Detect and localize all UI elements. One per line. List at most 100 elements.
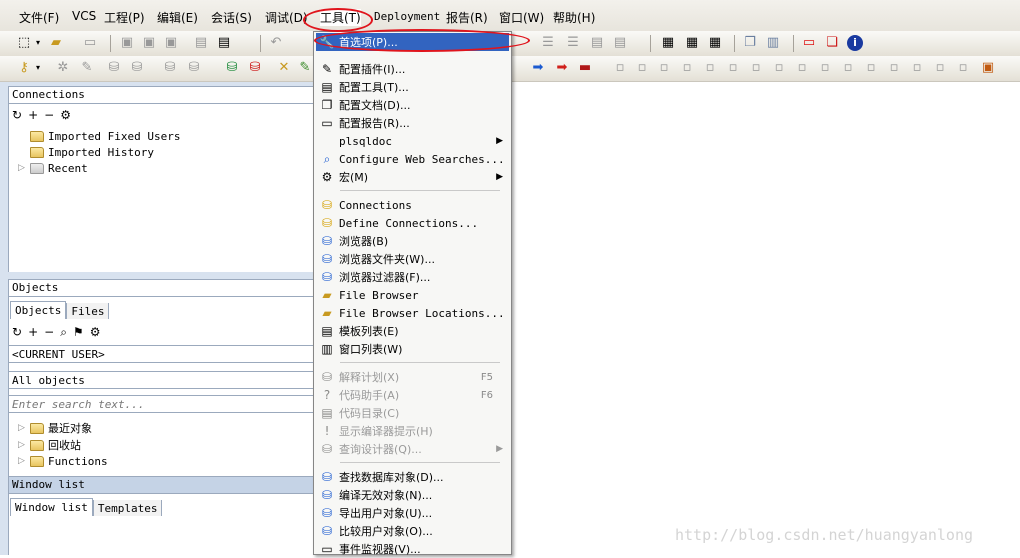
tree-item[interactable]: ▷ Functions xyxy=(18,453,108,469)
menu-item-browser-filters[interactable]: ⛁ 浏览器过滤器(F)... xyxy=(316,268,509,286)
beautifier-icon[interactable]: ▦ xyxy=(707,35,723,51)
menu-item-connections[interactable]: ⛁ Connections xyxy=(316,196,509,214)
rollback-icon[interactable]: ⛁ xyxy=(129,60,145,76)
properties-icon[interactable]: ⚙ xyxy=(60,108,71,124)
menu-item-browser-folders[interactable]: ⛁ 浏览器文件夹(W)... xyxy=(316,250,509,268)
chevron-down-icon[interactable]: ▾ xyxy=(34,35,42,51)
menu-window[interactable]: 窗口(W) xyxy=(499,9,544,26)
object-icon[interactable]: ▫ xyxy=(955,60,971,76)
object-icon[interactable]: ▫ xyxy=(840,60,856,76)
menu-item-export-user-objects[interactable]: ⛁ 导出用户对象(U)... xyxy=(316,504,509,522)
menu-help[interactable]: 帮助(H) xyxy=(553,9,595,26)
menu-item-plsqldoc[interactable]: plsqldoc ▶ xyxy=(316,132,509,150)
menu-item-define-connections[interactable]: ⛁ Define Connections... xyxy=(316,214,509,232)
commit-icon[interactable]: ⛁ xyxy=(106,60,122,76)
arrow-right-red-icon[interactable]: ➡ xyxy=(554,60,570,76)
find-replace-icon[interactable]: ▦ xyxy=(660,35,676,51)
menu-item-compile-invalid-objects[interactable]: ⛁ 编译无效对象(N)... xyxy=(316,486,509,504)
menu-session[interactable]: 会话(S) xyxy=(211,9,252,26)
execute-icon[interactable]: ⛁ xyxy=(224,60,240,76)
menu-item-event-monitor[interactable]: ▭ 事件监视器(V)... xyxy=(316,540,509,558)
key-icon[interactable]: ⚷ xyxy=(16,60,32,76)
save-icon[interactable]: ▣ xyxy=(119,35,135,51)
arrow-right-blue-icon[interactable]: ➡ xyxy=(530,60,546,76)
menu-item-template-list[interactable]: ▤ 模板列表(E) xyxy=(316,322,509,340)
remove-icon[interactable]: ▬ xyxy=(577,60,593,76)
tab-templates[interactable]: Templates xyxy=(92,500,163,516)
expand-icon[interactable]: ▷ xyxy=(18,423,26,433)
plus-icon[interactable]: + xyxy=(28,108,38,124)
object-icon[interactable]: ▫ xyxy=(863,60,879,76)
print-icon[interactable]: ▤ xyxy=(193,35,209,51)
menu-file[interactable]: 文件(F) xyxy=(19,9,59,26)
menu-reports[interactable]: 报告(R) xyxy=(446,9,488,26)
menu-item-file-browser-locations[interactable]: ▰ File Browser Locations... xyxy=(316,304,509,322)
menu-item-configure-plugins[interactable]: ✎ 配置插件(I)... xyxy=(316,60,509,78)
menu-item-configure-tools[interactable]: ▤ 配置工具(T)... xyxy=(316,78,509,96)
chevron-down-icon[interactable]: ▾ xyxy=(34,60,42,76)
break-icon[interactable]: ✎ xyxy=(79,60,95,76)
sql-icon[interactable]: ⛁ xyxy=(162,60,178,76)
tile-windows-icon[interactable]: ▥ xyxy=(765,35,781,51)
menu-item-configure-reports[interactable]: ▭ 配置报告(R)... xyxy=(316,114,509,132)
menu-item-window-list[interactable]: ▥ 窗口列表(W) xyxy=(316,340,509,358)
print-preview-icon[interactable]: ▤ xyxy=(216,35,232,51)
tree-item[interactable]: ▷ 最近对象 xyxy=(18,420,92,436)
menu-project[interactable]: 工程(P) xyxy=(104,9,145,26)
menu-item-browser[interactable]: ⛁ 浏览器(B) xyxy=(316,232,509,250)
minus-icon[interactable]: − xyxy=(44,108,54,124)
object-icon[interactable]: ▫ xyxy=(909,60,925,76)
tab-objects[interactable]: Objects xyxy=(10,301,67,319)
object-icon[interactable]: ▫ xyxy=(817,60,833,76)
lowercase-icon[interactable]: ▤ xyxy=(612,35,628,51)
indent-icon[interactable]: ☰ xyxy=(540,35,556,51)
menu-item-configure-documents[interactable]: ❐ 配置文档(D)... xyxy=(316,96,509,114)
tab-window-list[interactable]: Window list xyxy=(10,498,93,516)
expand-icon[interactable]: ▷ xyxy=(18,440,26,450)
settings-gear-icon[interactable]: ✲ xyxy=(55,60,71,76)
object-icon[interactable]: ▫ xyxy=(748,60,764,76)
menu-item-macro[interactable]: ⚙ 宏(M) ▶ xyxy=(316,168,509,186)
save-all-icon[interactable]: ▣ xyxy=(163,35,179,51)
tree-item[interactable]: Imported History xyxy=(30,144,154,160)
sql-window-icon[interactable]: ⛁ xyxy=(186,60,202,76)
menu-item-compare-user-objects[interactable]: ⛁ 比较用户对象(O)... xyxy=(316,522,509,540)
plus-icon[interactable]: + xyxy=(28,325,38,341)
lock-icon[interactable]: ▣ xyxy=(980,60,996,76)
pdf-icon[interactable]: ❏ xyxy=(824,35,840,51)
menu-deployment[interactable]: Deployment xyxy=(374,10,440,23)
menu-debug[interactable]: 调试(D) xyxy=(265,9,308,26)
edit-icon[interactable]: ✎ xyxy=(297,60,313,76)
minus-icon[interactable]: − xyxy=(44,325,54,341)
info-icon[interactable]: i xyxy=(847,35,863,51)
tree-item[interactable]: Imported Fixed Users xyxy=(30,128,180,144)
tab-files[interactable]: Files xyxy=(66,303,110,319)
cascade-windows-icon[interactable]: ❐ xyxy=(742,35,758,51)
object-icon[interactable]: ▫ xyxy=(679,60,695,76)
menu-item-configure-web-searches[interactable]: ⌕ Configure Web Searches... xyxy=(316,150,509,168)
tools-icon[interactable]: ✕ xyxy=(276,60,292,76)
new-icon[interactable]: ⬚ xyxy=(16,35,32,51)
menu-edit[interactable]: 编辑(E) xyxy=(157,9,198,26)
object-icon[interactable]: ▫ xyxy=(612,60,628,76)
object-icon[interactable]: ▫ xyxy=(725,60,741,76)
search-input[interactable]: Enter search text... xyxy=(8,395,314,413)
tree-item[interactable]: ▷ 回收站 xyxy=(18,437,81,453)
refresh-icon[interactable]: ↻ xyxy=(12,325,22,341)
menu-item-find-database-objects[interactable]: ⛁ 查找数据库对象(D)... xyxy=(316,468,509,486)
object-icon[interactable]: ▫ xyxy=(656,60,672,76)
undo-icon[interactable]: ↶ xyxy=(268,35,284,51)
menu-vcs[interactable]: VCS xyxy=(72,9,96,23)
unindent-icon[interactable]: ☰ xyxy=(565,35,581,51)
object-icon[interactable]: ▫ xyxy=(634,60,650,76)
object-icon[interactable]: ▫ xyxy=(794,60,810,76)
tree-item[interactable]: ▷ Recent xyxy=(18,160,88,176)
object-filter-select[interactable]: All objects xyxy=(8,371,314,389)
print-setup-icon[interactable]: ▭ xyxy=(82,35,98,51)
expand-icon[interactable]: ▷ xyxy=(18,456,26,466)
menu-item-file-browser[interactable]: ▰ File Browser xyxy=(316,286,509,304)
uppercase-icon[interactable]: ▤ xyxy=(589,35,605,51)
filter-icon[interactable]: ⚑ xyxy=(73,325,84,341)
stop-icon[interactable]: ⛁ xyxy=(247,60,263,76)
oracle-icon[interactable]: ▭ xyxy=(801,35,817,51)
